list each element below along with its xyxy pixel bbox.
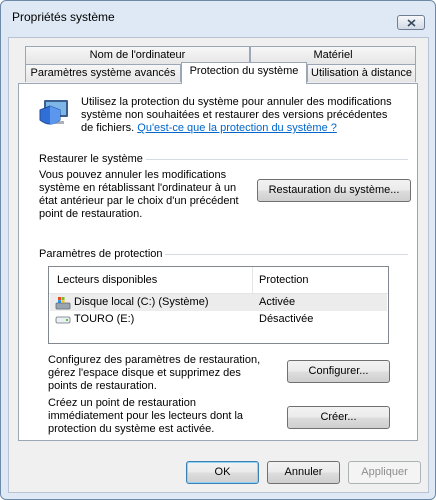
close-button[interactable] [397, 15, 425, 30]
protection-group-divider [165, 254, 408, 255]
drive-row-e[interactable]: TOURO (E:) Désactivée [50, 311, 387, 328]
cancel-button[interactable]: Annuler [267, 461, 340, 484]
tab-label: Matériel [313, 49, 353, 61]
tab-label: Utilisation à distance [311, 67, 412, 79]
restore-group-divider [146, 159, 408, 160]
column-header-protection[interactable]: Protection [259, 274, 309, 286]
apply-button[interactable]: Appliquer [348, 461, 421, 484]
configure-button[interactable]: Configurer... [287, 360, 390, 383]
removable-drive-icon [55, 316, 71, 324]
ok-button[interactable]: OK [186, 461, 259, 484]
tab-remote-usage[interactable]: Utilisation à distance [307, 64, 416, 82]
system-restore-button[interactable]: Restauration du système... [257, 179, 411, 202]
tab-label: Nom de l'ordinateur [89, 49, 186, 61]
protection-group-header: Paramètres de protection [39, 248, 163, 260]
system-protection-icon [39, 100, 68, 125]
create-description: Créez un point de restauration immédiate… [48, 397, 244, 435]
create-button[interactable]: Créer... [287, 406, 390, 429]
drive-protection-status: Activée [259, 296, 296, 308]
tab-system-protection[interactable]: Protection du système [181, 62, 307, 84]
tab-label: Protection du système [189, 65, 299, 77]
drive-protection-status: Désactivée [259, 313, 314, 325]
drives-list[interactable]: Lecteurs disponibles Protection Disque l… [48, 266, 389, 344]
help-link[interactable]: Qu'est-ce que la protection du système ? [137, 122, 337, 134]
restore-group-header: Restaurer le système [39, 153, 143, 165]
restore-description: Vous pouvez annuler les modifications sy… [39, 169, 239, 220]
dialog-window: Propriétés système Nom de l'ordinateur M… [0, 0, 436, 500]
column-header-drives[interactable]: Lecteurs disponibles [57, 274, 157, 286]
drive-name: Disque local (C:) (Système) [74, 296, 209, 308]
drive-name: TOURO (E:) [74, 313, 135, 325]
configure-description: Configurez des paramètres de restauratio… [48, 354, 261, 392]
intro-text-block: Utilisez la protection du système pour a… [81, 96, 401, 135]
window-title: Propriétés système [12, 10, 115, 24]
close-icon [407, 19, 416, 27]
drives-list-header: Lecteurs disponibles Protection [49, 267, 388, 294]
system-drive-icon [55, 297, 71, 310]
column-divider [252, 267, 253, 293]
tab-label: Paramètres système avancés [30, 67, 176, 79]
drive-row-c[interactable]: Disque local (C:) (Système) Activée [50, 294, 387, 311]
title-bar[interactable]: Propriétés système [1, 1, 435, 31]
tab-advanced-settings[interactable]: Paramètres système avancés [25, 64, 181, 82]
